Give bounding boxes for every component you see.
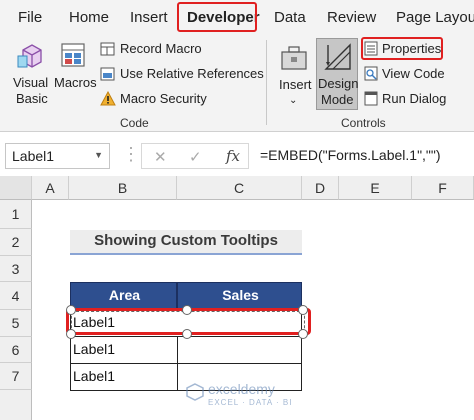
- tab-page-layout[interactable]: Page Layout: [396, 9, 474, 26]
- controls-group-label: Controls: [341, 116, 386, 130]
- resize-handle[interactable]: [66, 305, 76, 315]
- macros-button[interactable]: Macros: [54, 40, 97, 100]
- insert-label: Insert: [279, 77, 312, 92]
- column-header-c[interactable]: C: [177, 176, 302, 200]
- design-mode-label-1: Design: [318, 76, 359, 91]
- relative-references-icon: [100, 67, 115, 81]
- title-cell: Showing Custom Tooltips: [70, 230, 302, 255]
- table-header-area: Area: [70, 282, 177, 309]
- table-row-3-area[interactable]: Label1: [73, 368, 115, 384]
- resize-handle[interactable]: [298, 305, 308, 315]
- view-code-icon: [364, 66, 378, 81]
- column-header-d[interactable]: D: [302, 176, 339, 200]
- table-header-sales-label: Sales: [222, 287, 259, 303]
- watermark: exceldemy EXCEL · DATA · BI: [186, 380, 336, 410]
- record-macro-icon: [100, 42, 115, 56]
- tab-review[interactable]: Review: [327, 9, 376, 26]
- developer-tab-highlight: [177, 2, 257, 32]
- column-header-f[interactable]: F: [412, 176, 474, 200]
- properties-icon: [364, 41, 378, 56]
- row-header-8[interactable]: [0, 390, 32, 420]
- macro-security-button[interactable]: Macro Security: [100, 90, 250, 108]
- column-header-b[interactable]: B: [69, 176, 177, 200]
- row-header-6[interactable]: 6: [0, 337, 32, 363]
- macro-security-label: Macro Security: [120, 91, 207, 106]
- resize-handle[interactable]: [298, 329, 308, 339]
- column-divider: [177, 336, 178, 391]
- use-relative-references-label: Use Relative References: [120, 66, 264, 81]
- tab-insert[interactable]: Insert: [130, 9, 168, 26]
- design-mode-icon: [324, 43, 351, 70]
- use-relative-references-button[interactable]: Use Relative References: [100, 65, 264, 83]
- more-dots-icon: ⋮: [122, 144, 140, 164]
- cancel-icon[interactable]: ✕: [154, 148, 167, 166]
- visual-basic-button[interactable]: Visual Basic: [8, 40, 56, 110]
- group-separator: [266, 40, 267, 125]
- properties-button[interactable]: Properties: [364, 40, 442, 58]
- insert-controls-button[interactable]: Insert ⌄: [274, 40, 314, 110]
- table-header-area-label: Area: [108, 287, 141, 303]
- row-divider: [70, 363, 302, 364]
- row-header-5[interactable]: 5: [0, 310, 32, 337]
- properties-label: Properties: [382, 41, 442, 56]
- run-dialog-button[interactable]: Run Dialog: [364, 90, 454, 108]
- toolbox-icon: [281, 46, 307, 70]
- formula-buttons: ✕ ✓ fx: [141, 143, 249, 169]
- tab-data[interactable]: Data: [274, 9, 306, 26]
- row-header-3[interactable]: 3: [0, 256, 32, 282]
- macros-label: Macros: [54, 75, 97, 90]
- record-macro-button[interactable]: Record Macro: [100, 40, 250, 58]
- run-dialog-label: Run Dialog: [382, 91, 447, 106]
- enter-icon[interactable]: ✓: [189, 148, 202, 166]
- warning-icon: [100, 91, 116, 106]
- row-header-4[interactable]: 4: [0, 282, 32, 310]
- code-group-label: Code: [120, 116, 149, 130]
- chevron-down-icon: ⌄: [289, 95, 298, 106]
- column-header-a[interactable]: A: [32, 176, 69, 200]
- macros-icon: [61, 43, 85, 67]
- table-row-2-area[interactable]: Label1: [73, 341, 115, 357]
- insert-function-icon[interactable]: fx: [226, 147, 240, 165]
- name-box-value: Label1: [12, 148, 55, 164]
- name-box[interactable]: Label1 ▼: [5, 143, 110, 169]
- visual-basic-label-1: Visual: [13, 75, 49, 90]
- view-code-button[interactable]: View Code: [364, 65, 454, 83]
- design-mode-label-2: Mode: [321, 92, 354, 107]
- tab-file[interactable]: File: [18, 9, 42, 26]
- view-code-label: View Code: [382, 66, 445, 81]
- resize-handle[interactable]: [66, 329, 76, 339]
- design-mode-button[interactable]: Design Mode: [316, 38, 358, 110]
- visual-basic-icon: [17, 44, 42, 68]
- chevron-down-icon[interactable]: ▼: [94, 150, 103, 160]
- watermark-tagline: EXCEL · DATA · BI: [208, 398, 293, 407]
- row-header-7[interactable]: 7: [0, 363, 32, 390]
- formula-input[interactable]: =EMBED("Forms.Label.1",""): [256, 143, 474, 169]
- column-header-e[interactable]: E: [339, 176, 412, 200]
- resize-handle[interactable]: [182, 305, 192, 315]
- run-dialog-icon: [364, 91, 378, 106]
- resize-handle[interactable]: [182, 329, 192, 339]
- row-header-2[interactable]: 2: [0, 229, 32, 256]
- table-header-sales: Sales: [177, 282, 302, 309]
- sheet-title: Showing Custom Tooltips: [94, 232, 278, 249]
- visual-basic-label-2: Basic: [16, 91, 48, 106]
- row-header-1[interactable]: 1: [0, 200, 32, 229]
- watermark-name: exceldemy: [208, 381, 275, 397]
- select-all-corner[interactable]: [0, 176, 32, 200]
- exceldemy-logo-icon: [186, 383, 204, 401]
- tab-home[interactable]: Home: [69, 9, 109, 26]
- record-macro-label: Record Macro: [120, 41, 202, 56]
